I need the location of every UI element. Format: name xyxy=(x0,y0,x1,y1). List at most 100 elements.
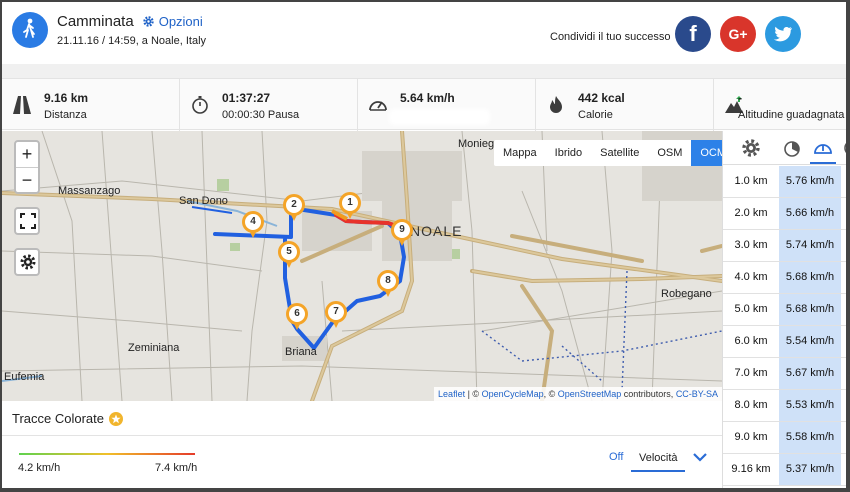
colored-tracks-panel: Tracce Colorate 4.2 km/h 7.4 km/h Off Ve… xyxy=(2,401,722,488)
split-row: 9.0 km 5.58 km/h xyxy=(723,422,846,454)
gear-icon xyxy=(20,254,36,270)
split-distance: 8.0 km xyxy=(723,390,779,421)
split-speed: 5.53 km/h xyxy=(779,390,841,421)
split-distance: 6.0 km xyxy=(723,326,779,357)
attribution-separator: , © xyxy=(543,389,558,399)
walking-icon xyxy=(12,12,48,48)
speed-tab-icon[interactable] xyxy=(812,137,834,159)
stat-calories: 442 kcal Calorie xyxy=(536,79,714,131)
route-marker[interactable]: 8 xyxy=(377,270,399,298)
layer-ibrido[interactable]: Ibrido xyxy=(546,140,592,166)
speed-gradient-legend xyxy=(19,453,195,455)
route-marker[interactable]: 7 xyxy=(325,301,347,329)
stat-duration-value: 01:37:27 xyxy=(222,91,271,105)
stat-calories-value: 442 kcal xyxy=(578,91,625,105)
map-tiles xyxy=(2,131,722,401)
options-label: Opzioni xyxy=(158,14,203,29)
place-label: San Dono xyxy=(179,195,228,207)
attribution-separator: | © xyxy=(465,389,482,399)
stat-distance-label: Distanza xyxy=(44,109,87,121)
active-tab-indicator xyxy=(810,162,836,164)
more-tab-icon[interactable] xyxy=(841,137,850,159)
redacted-label xyxy=(392,112,487,122)
layer-mappa[interactable]: Mappa xyxy=(494,140,546,166)
license-link[interactable]: CC-BY-SA xyxy=(676,389,718,399)
stopwatch-icon xyxy=(192,96,208,114)
stat-distance-value: 9.16 km xyxy=(44,91,89,105)
place-label: Eufemia xyxy=(4,371,45,383)
layer-switcher: Mappa Ibrido Satellite OSM OCM xyxy=(494,140,722,166)
split-row: 8.0 km 5.53 km/h xyxy=(723,390,846,422)
gradient-min-label: 4.2 km/h xyxy=(18,462,61,474)
twitter-bird-icon xyxy=(773,26,792,42)
layer-satellite[interactable]: Satellite xyxy=(591,140,648,166)
split-speed: 5.68 km/h xyxy=(779,262,841,293)
split-speed: 5.54 km/h xyxy=(779,326,841,357)
fullscreen-button[interactable] xyxy=(14,207,40,235)
split-distance: 5.0 km xyxy=(723,294,779,325)
chevron-down-icon[interactable] xyxy=(692,451,708,463)
stat-speed-value: 5.64 km/h xyxy=(400,91,455,105)
gradient-max-label: 7.4 km/h xyxy=(155,462,198,474)
pace-tab-icon[interactable] xyxy=(781,137,803,159)
split-distance: 7.0 km xyxy=(723,358,779,389)
splits-panel: 1.0 km 5.76 km/h 2.0 km 5.66 km/h 3.0 km 5.74… xyxy=(722,131,850,488)
stats-bar: 9.16 km Distanza 01:37:27 00:00:30 Pausa… xyxy=(2,78,846,131)
divider xyxy=(2,435,722,436)
opencyclemap-link[interactable]: OpenCycleMap xyxy=(482,389,544,399)
splits-tabs xyxy=(723,131,850,165)
road-icon xyxy=(13,96,31,114)
options-link[interactable]: Opzioni xyxy=(142,14,203,29)
place-label: Robegano xyxy=(661,288,712,300)
zoom-in-button[interactable]: + xyxy=(16,142,38,167)
place-label: Zeminiana xyxy=(128,342,180,354)
route-marker[interactable]: 2 xyxy=(283,194,305,222)
route-marker[interactable]: 5 xyxy=(278,241,300,269)
stat-duration: 01:37:27 00:00:30 Pausa xyxy=(180,79,358,131)
stat-altitude-value: - xyxy=(738,91,742,105)
stat-pause-label: 00:00:30 Pausa xyxy=(222,109,300,121)
zoom-control: + − xyxy=(14,140,40,194)
activity-title: Camminata xyxy=(57,13,134,30)
split-row: 2.0 km 5.66 km/h xyxy=(723,198,846,230)
activity-header: Camminata Opzioni 21.11.16 / 14:59, a No… xyxy=(2,2,846,64)
route-marker[interactable]: 1 xyxy=(339,192,361,220)
map-attribution: Leaflet | © OpenCycleMap, © OpenStreetMa… xyxy=(434,387,722,401)
split-row: 6.0 km 5.54 km/h xyxy=(723,326,846,358)
google-plus-share-button[interactable]: G+ xyxy=(720,16,756,52)
route-marker[interactable]: 6 xyxy=(286,303,308,331)
layer-osm[interactable]: OSM xyxy=(648,140,691,166)
share-label: Condividi il tuo successo xyxy=(550,31,671,43)
tracks-metric-select[interactable]: Velocità xyxy=(631,444,685,472)
twitter-share-button[interactable] xyxy=(765,16,801,52)
split-distance: 9.0 km xyxy=(723,422,779,453)
route-marker[interactable]: 9 xyxy=(391,219,413,247)
place-label: NOALE xyxy=(410,223,463,239)
map-settings-button[interactable] xyxy=(14,248,40,276)
tracks-off-option[interactable]: Off xyxy=(609,451,623,463)
split-speed: 5.68 km/h xyxy=(779,294,841,325)
split-speed: 5.67 km/h xyxy=(779,358,841,389)
split-speed: 5.37 km/h xyxy=(779,454,841,485)
settings-tab-gear-icon[interactable] xyxy=(740,137,762,159)
split-speed: 5.76 km/h xyxy=(779,166,841,197)
stat-distance: 9.16 km Distanza xyxy=(2,79,180,131)
stat-calories-label: Calorie xyxy=(578,109,613,121)
stat-altitude-label: Altitudine guadagnata xyxy=(738,109,845,121)
layer-ocm[interactable]: OCM xyxy=(691,140,722,166)
openstreetmap-link[interactable]: OpenStreetMap xyxy=(558,389,622,399)
colored-tracks-header: Tracce Colorate xyxy=(12,411,123,426)
split-distance: 1.0 km xyxy=(723,166,779,197)
colored-tracks-title: Tracce Colorate xyxy=(12,411,104,426)
split-row: 5.0 km 5.68 km/h xyxy=(723,294,846,326)
split-distance: 3.0 km xyxy=(723,230,779,261)
app-frame: Camminata Opzioni 21.11.16 / 14:59, a No… xyxy=(0,0,850,492)
zoom-out-button[interactable]: − xyxy=(16,167,38,192)
split-speed: 5.74 km/h xyxy=(779,230,841,261)
facebook-share-button[interactable]: f xyxy=(675,16,711,52)
route-map[interactable]: Moniego Massanzago San Dono NOALE Robega… xyxy=(2,131,722,401)
flame-icon xyxy=(550,96,562,113)
route-marker[interactable]: 4 xyxy=(242,211,264,239)
leaflet-link[interactable]: Leaflet xyxy=(438,389,465,399)
stats-top-band xyxy=(2,64,846,78)
